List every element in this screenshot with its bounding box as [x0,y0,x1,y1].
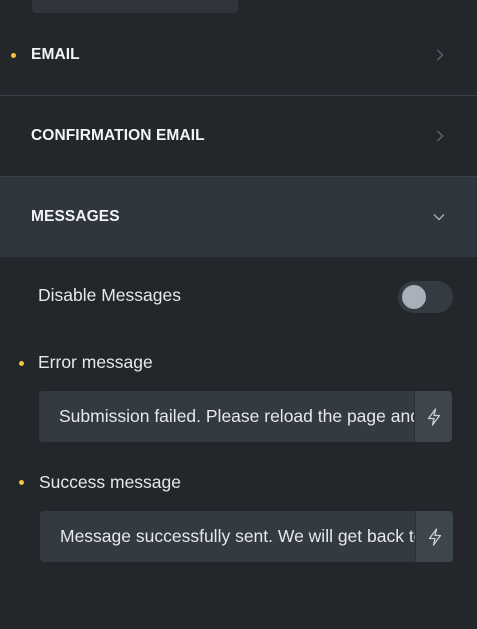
toggle-knob [402,285,426,309]
form-settings-panel: EMAIL CONFIRMATION EMAIL MESSAGES Disabl… [0,0,477,629]
success-message-input[interactable] [40,511,415,562]
error-message-control [39,391,452,442]
section-email[interactable]: EMAIL [0,16,477,94]
section-messages[interactable]: MESSAGES [0,177,477,257]
lightning-bolt-icon [427,407,440,426]
error-dynamic-data-button[interactable] [414,391,452,442]
success-message-label: Success message [39,472,182,492]
success-dynamic-data-button[interactable] [415,511,453,562]
disable-messages-toggle[interactable] [398,281,453,313]
section-email-title: EMAIL [31,46,80,63]
section-messages-title: MESSAGES [31,208,120,225]
chevron-right-icon [437,130,444,142]
modified-indicator-dot [19,480,24,485]
lightning-bolt-icon [428,527,441,546]
section-confirmation-email[interactable]: CONFIRMATION EMAIL [0,96,477,176]
chevron-right-icon [437,49,444,61]
section-confirmation-email-title: CONFIRMATION EMAIL [31,127,205,144]
success-message-control [40,511,453,562]
modified-indicator-dot [11,52,16,58]
disable-messages-label: Disable Messages [38,285,181,305]
previous-control-stub [32,0,238,13]
modified-indicator-dot [19,361,24,366]
chevron-down-icon [433,214,445,221]
error-message-label: Error message [38,352,153,372]
error-message-input[interactable] [39,391,414,442]
